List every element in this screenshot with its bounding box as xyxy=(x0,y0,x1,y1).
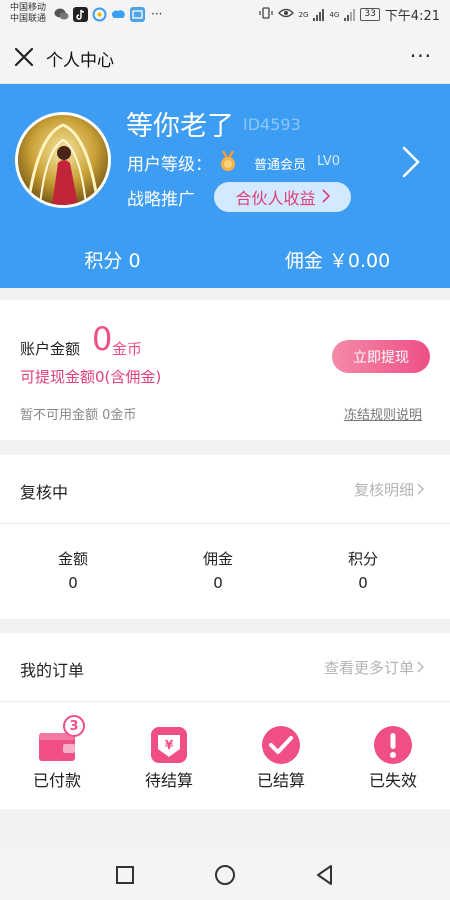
review-commission-col: 佣金 0 xyxy=(158,548,278,592)
vibrate-icon xyxy=(258,6,273,24)
more-menu-button[interactable]: ··· xyxy=(410,44,432,68)
avatar[interactable] xyxy=(15,112,111,208)
wallet-icon: 3 xyxy=(37,715,85,765)
carrier-1: 中国移动 xyxy=(10,3,47,13)
freeze-rules-link[interactable]: 冻结规则说明 xyxy=(344,404,422,423)
status-right: 2G 4G 33 下午4:21 xyxy=(258,5,440,24)
status-bar: 中国移动 中国联通 ··· 2G 4G 33 下午4:21 xyxy=(0,0,450,30)
review-amount-value: 0 xyxy=(68,574,78,592)
home-icon[interactable] xyxy=(213,863,237,887)
nickname: 等你老了 xyxy=(126,111,234,142)
withdrawable-amount: 可提现金额0(含佣金) xyxy=(20,368,162,386)
order-settled[interactable]: 已结算 xyxy=(241,725,321,791)
medal-icon xyxy=(218,150,238,172)
points-stat[interactable]: 积分 0 xyxy=(0,246,225,273)
more-orders-link[interactable]: 查看更多订单 xyxy=(324,657,424,678)
close-icon[interactable] xyxy=(10,43,38,71)
app-icon xyxy=(130,7,145,22)
order-settled-label: 已结算 xyxy=(256,771,305,790)
profile-header[interactable]: 等你老了 ID4593 用户等级： 普通会员 LV0 战略推广 合伙人收益 积分… xyxy=(0,84,450,288)
notification-icons: ··· xyxy=(54,7,162,22)
chevron-right-icon xyxy=(321,188,330,207)
order-paid[interactable]: 3 已付款 xyxy=(17,715,97,791)
order-expired-label: 已失效 xyxy=(368,771,417,790)
account-label: 账户金额 xyxy=(20,340,81,358)
review-points-value: 0 xyxy=(358,574,368,592)
chevron-right-icon xyxy=(417,659,424,677)
order-expired[interactable]: 已失效 xyxy=(353,725,433,791)
tiktok-icon xyxy=(73,7,88,22)
partner-earnings-button[interactable]: 合伙人收益 xyxy=(214,182,351,212)
review-points-col: 积分 0 xyxy=(303,548,423,592)
divider xyxy=(0,523,450,524)
review-details-label: 复核明细 xyxy=(353,481,414,499)
divider xyxy=(0,701,450,702)
order-pending-label: 待结算 xyxy=(144,771,193,790)
review-commission-value: 0 xyxy=(213,574,223,592)
review-points-label: 积分 xyxy=(347,550,378,568)
eye-icon xyxy=(277,7,294,23)
signal-2-icon xyxy=(344,8,356,21)
more-orders-label: 查看更多订单 xyxy=(323,659,414,677)
account-unit: 金币 xyxy=(112,340,143,358)
cloud-app-icon xyxy=(111,7,126,22)
review-amount-label: 金额 xyxy=(57,550,88,568)
level-code: LV0 xyxy=(317,154,340,169)
orders-title: 我的订单 xyxy=(20,661,85,680)
review-details-link[interactable]: 复核明细 xyxy=(354,479,424,500)
partner-earnings-label: 合伙人收益 xyxy=(235,189,316,208)
system-nav-bar xyxy=(0,850,450,900)
profile-chevron-right-icon[interactable] xyxy=(400,144,422,180)
level-name: 普通会员 xyxy=(254,158,307,173)
unavailable-amount: 暂不可用金额 0金币 xyxy=(20,408,137,423)
wechat-icon xyxy=(54,7,69,22)
account-card: 账户金额 0 金币 可提现金额0(含佣金) 立即提现 暂不可用金额 0金币 冻结… xyxy=(0,300,450,440)
clock: 下午4:21 xyxy=(384,9,440,24)
signal-1-icon xyxy=(313,8,325,21)
title-bar: 个人中心 ··· xyxy=(0,30,450,84)
exclamation-circle-icon xyxy=(373,725,413,765)
signal-2-type: 4G xyxy=(329,10,340,19)
battery-icon: 33 xyxy=(360,8,380,21)
paid-count-badge: 3 xyxy=(63,715,85,737)
orders-card: 我的订单 查看更多订单 3 已付款 ¥ 待结算 已结算 已失效 xyxy=(0,633,450,809)
chevron-right-icon xyxy=(417,481,424,499)
back-icon[interactable] xyxy=(313,863,337,887)
review-amount-col: 金额 0 xyxy=(13,548,133,592)
review-card: 复核中 复核明细 金额 0 佣金 0 积分 0 xyxy=(0,455,450,619)
check-circle-icon xyxy=(261,725,301,765)
carrier-2: 中国联通 xyxy=(10,14,47,24)
review-title: 复核中 xyxy=(20,483,69,502)
more-notifications: ··· xyxy=(151,7,163,21)
level-label: 用户等级： xyxy=(127,155,212,175)
carrier-names: 中国移动 中国联通 xyxy=(10,3,46,25)
signal-1-type: 2G xyxy=(298,10,309,19)
recent-apps-icon[interactable] xyxy=(113,863,137,887)
user-id: ID4593 xyxy=(243,115,301,134)
commission-stat[interactable]: 佣金 ￥0.00 xyxy=(225,246,450,273)
yen-download-icon: ¥ xyxy=(149,725,189,765)
page-title: 个人中心 xyxy=(46,51,114,71)
account-amount: 0 xyxy=(92,320,113,358)
withdraw-button[interactable]: 立即提现 xyxy=(332,340,430,373)
order-paid-label: 已付款 xyxy=(32,771,81,790)
svg-text:¥: ¥ xyxy=(165,738,174,752)
browser-icon xyxy=(92,7,107,22)
review-commission-label: 佣金 xyxy=(202,550,233,568)
strategy-label: 战略推广 xyxy=(127,190,195,210)
order-pending[interactable]: ¥ 待结算 xyxy=(129,725,209,791)
